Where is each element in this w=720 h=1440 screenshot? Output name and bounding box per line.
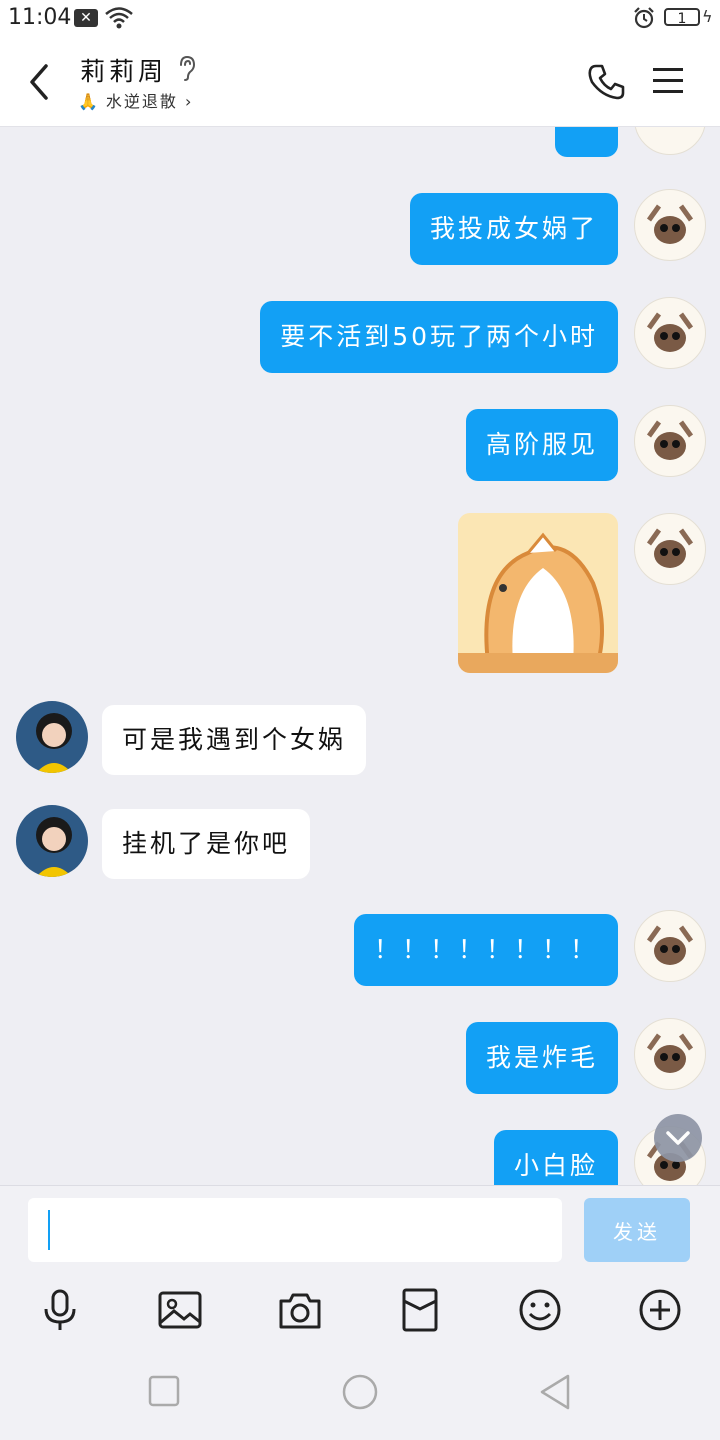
girl-avatar-icon bbox=[36, 713, 72, 773]
menu-icon[interactable] bbox=[652, 66, 684, 96]
cat-avatar-icon bbox=[646, 528, 694, 568]
message-bubble-outgoing[interactable]: 我投成女娲了 bbox=[409, 193, 618, 265]
my-avatar[interactable] bbox=[634, 1018, 706, 1090]
input-toolbar bbox=[0, 1275, 720, 1345]
message-bubble-outgoing[interactable]: 我是炸毛 bbox=[465, 1022, 618, 1094]
contact-avatar[interactable] bbox=[16, 805, 88, 877]
status-text: 水逆退散 bbox=[105, 92, 178, 111]
contact-avatar[interactable] bbox=[16, 701, 88, 773]
status-time: 11:04 bbox=[8, 5, 72, 30]
alarm-icon bbox=[634, 7, 654, 29]
earpiece-mode-icon[interactable] bbox=[176, 54, 198, 82]
my-avatar[interactable] bbox=[634, 127, 706, 155]
chevron-right-icon: › bbox=[185, 92, 194, 111]
message-bubble-outgoing[interactable]: 高阶服见 bbox=[465, 409, 618, 481]
plus-icon[interactable] bbox=[637, 1287, 683, 1333]
chat-header: 莉莉周 🙏 水逆退散 › bbox=[0, 38, 720, 127]
sticker-message[interactable] bbox=[458, 513, 618, 673]
cat-avatar-icon bbox=[646, 420, 694, 460]
cat-avatar-icon bbox=[646, 925, 694, 965]
back-arrow-icon[interactable] bbox=[20, 60, 60, 104]
message-bubble-incoming[interactable]: 挂机了是你吧 bbox=[102, 809, 311, 879]
message-input[interactable] bbox=[28, 1198, 562, 1262]
emoji-icon[interactable] bbox=[517, 1287, 563, 1333]
cat-avatar-icon bbox=[646, 312, 694, 352]
home-icon[interactable] bbox=[341, 1373, 379, 1411]
my-avatar[interactable] bbox=[634, 297, 706, 369]
notification-x-icon: ✕ bbox=[74, 9, 98, 27]
message-bubble-outgoing[interactable]: 要不活到50玩了两个小时 bbox=[260, 301, 618, 373]
cat-avatar-icon bbox=[646, 204, 694, 244]
battery-icon: 1 bbox=[664, 8, 700, 27]
chevron-down-icon bbox=[666, 1131, 690, 1145]
scroll-to-bottom-button[interactable] bbox=[654, 1114, 702, 1162]
wifi-icon bbox=[105, 7, 133, 29]
contact-name[interactable]: 莉莉周 bbox=[80, 52, 167, 88]
microphone-icon[interactable] bbox=[37, 1287, 83, 1333]
red-packet-icon[interactable] bbox=[397, 1287, 443, 1333]
recent-apps-icon[interactable] bbox=[148, 1375, 180, 1407]
cat-avatar-icon bbox=[646, 1033, 694, 1073]
message-bubble-outgoing[interactable]: 小白脸 bbox=[493, 1130, 618, 1185]
message-input-bar: 发送 bbox=[0, 1185, 720, 1276]
message-bubble-outgoing[interactable]: ！！！！！！！！ bbox=[353, 914, 618, 986]
my-avatar[interactable] bbox=[634, 513, 706, 585]
system-nav-bar bbox=[0, 1345, 720, 1440]
message-bubble-incoming[interactable]: 可是我遇到个女娲 bbox=[102, 705, 367, 775]
phone-call-icon[interactable] bbox=[586, 62, 626, 102]
message-list[interactable]: 我投成女娲了 要不活到50玩了两个小时 高阶服见 可是我遇到个女娲 挂机了是你吧… bbox=[0, 127, 720, 1185]
image-icon[interactable] bbox=[157, 1287, 203, 1333]
girl-avatar-icon bbox=[36, 817, 72, 877]
send-button[interactable]: 发送 bbox=[584, 1198, 690, 1262]
my-avatar[interactable] bbox=[634, 405, 706, 477]
pray-emoji-icon: 🙏 bbox=[78, 92, 100, 111]
back-icon[interactable] bbox=[538, 1373, 572, 1411]
charging-icon: ϟ bbox=[702, 7, 713, 26]
contact-status[interactable]: 🙏 水逆退散 › bbox=[78, 88, 193, 112]
my-avatar[interactable] bbox=[634, 910, 706, 982]
cat-sticker-icon bbox=[458, 532, 618, 673]
text-caret bbox=[48, 1210, 50, 1250]
status-bar: 11:04 ✕ 1 ϟ bbox=[0, 0, 720, 38]
my-avatar[interactable] bbox=[634, 189, 706, 261]
message-bubble-clipped[interactable] bbox=[555, 127, 618, 157]
camera-icon[interactable] bbox=[277, 1287, 323, 1333]
